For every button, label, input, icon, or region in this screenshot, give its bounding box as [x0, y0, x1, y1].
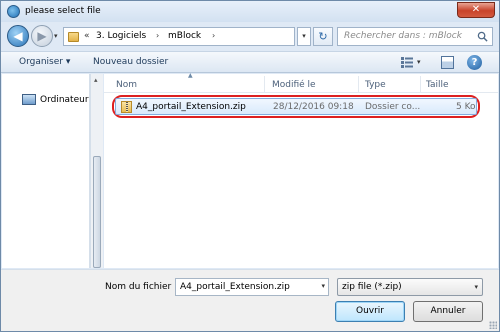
- views-icon[interactable]: [401, 57, 413, 68]
- folder-icon: [68, 32, 79, 42]
- file-type-filter[interactable]: zip file (*.zip) ▾: [337, 278, 483, 296]
- filename-label: Nom du fichier :: [105, 282, 178, 292]
- file-type: Dossier co...: [365, 102, 421, 112]
- filename-field[interactable]: A4_portail_Extension.zip ▾: [175, 278, 329, 296]
- recent-pages-dropdown[interactable]: ▾: [54, 32, 58, 40]
- file-modified: 28/12/2016 09:18: [273, 102, 354, 112]
- back-button[interactable]: ◀: [7, 25, 29, 47]
- zip-folder-icon: [121, 101, 132, 113]
- column-header-name[interactable]: Nom: [116, 80, 137, 90]
- file-dialog-window: please select file ✕ ◀ ▶ ▾ « 3. Logiciel…: [0, 0, 500, 332]
- organise-menu-button[interactable]: Organiser ▾: [19, 57, 70, 67]
- column-header-size[interactable]: Taille: [426, 80, 449, 90]
- filter-dropdown-arrow: ▾: [474, 283, 478, 291]
- search-icon[interactable]: [477, 31, 488, 42]
- dialog-footer: Nom du fichier : A4_portail_Extension.zi…: [1, 269, 499, 331]
- column-header-type[interactable]: Type: [365, 80, 386, 90]
- views-dropdown[interactable]: ▾: [417, 58, 421, 66]
- column-divider[interactable]: [358, 76, 359, 92]
- breadcrumb-overflow[interactable]: «: [84, 31, 90, 41]
- search-input[interactable]: Rechercher dans : mBlock: [337, 27, 493, 46]
- scroll-up-arrow[interactable]: ▴: [94, 76, 98, 84]
- scrollbar-thumb[interactable]: [93, 156, 101, 268]
- new-folder-button[interactable]: Nouveau dossier: [93, 57, 168, 67]
- address-bar[interactable]: « 3. Logiciels › mBlock ›: [63, 27, 295, 46]
- refresh-button[interactable]: ↻: [313, 27, 333, 46]
- filename-dropdown-arrow[interactable]: ▾: [321, 282, 325, 290]
- column-divider[interactable]: [420, 76, 421, 92]
- preview-pane-icon[interactable]: [441, 56, 454, 69]
- open-button[interactable]: Ouvrir: [335, 301, 405, 322]
- filename-value: A4_portail_Extension.zip: [180, 282, 290, 292]
- resize-grip[interactable]: [489, 321, 497, 329]
- app-icon: [7, 5, 20, 18]
- command-bar: Organiser ▾ Nouveau dossier ▾ ?: [1, 51, 499, 73]
- breadcrumb-separator[interactable]: ›: [156, 31, 159, 40]
- computer-icon: [22, 94, 36, 105]
- address-dropdown-button[interactable]: ▾: [297, 27, 311, 46]
- title-bar: please select file ✕: [1, 1, 499, 22]
- address-row: ◀ ▶ ▾ « 3. Logiciels › mBlock › ▾ ↻ Rech…: [1, 22, 499, 50]
- forward-button[interactable]: ▶: [31, 25, 53, 47]
- search-placeholder: Rechercher dans : mBlock: [344, 31, 462, 41]
- close-button[interactable]: ✕: [457, 2, 495, 18]
- sort-arrow-icon: ▲: [188, 72, 193, 79]
- window-title: please select file: [25, 6, 101, 16]
- file-list: ▲ Nom Modifié le Type Taille A4_portail_…: [104, 72, 498, 268]
- breadcrumb-separator[interactable]: ›: [212, 31, 215, 40]
- filter-value: zip file (*.zip): [342, 282, 402, 292]
- help-icon[interactable]: ?: [467, 55, 482, 70]
- file-row-selected[interactable]: A4_portail_Extension.zip 28/12/2016 09:1…: [115, 98, 477, 115]
- file-name: A4_portail_Extension.zip: [136, 102, 246, 112]
- column-header-modified[interactable]: Modifié le: [272, 80, 316, 90]
- breadcrumb-logiciels[interactable]: 3. Logiciels: [96, 31, 146, 41]
- column-divider[interactable]: [264, 76, 265, 92]
- cancel-button[interactable]: Annuler: [413, 301, 483, 322]
- breadcrumb-mblock[interactable]: mBlock: [168, 31, 201, 41]
- nav-item-ordinateur[interactable]: Ordinateur: [40, 95, 89, 105]
- navigation-pane: Ordinateur: [2, 74, 90, 268]
- column-header-row: ▲ Nom Modifié le Type Taille: [104, 72, 498, 93]
- file-size: 5 Ko: [456, 102, 476, 112]
- nav-pane-scrollbar[interactable]: ▴: [90, 74, 103, 268]
